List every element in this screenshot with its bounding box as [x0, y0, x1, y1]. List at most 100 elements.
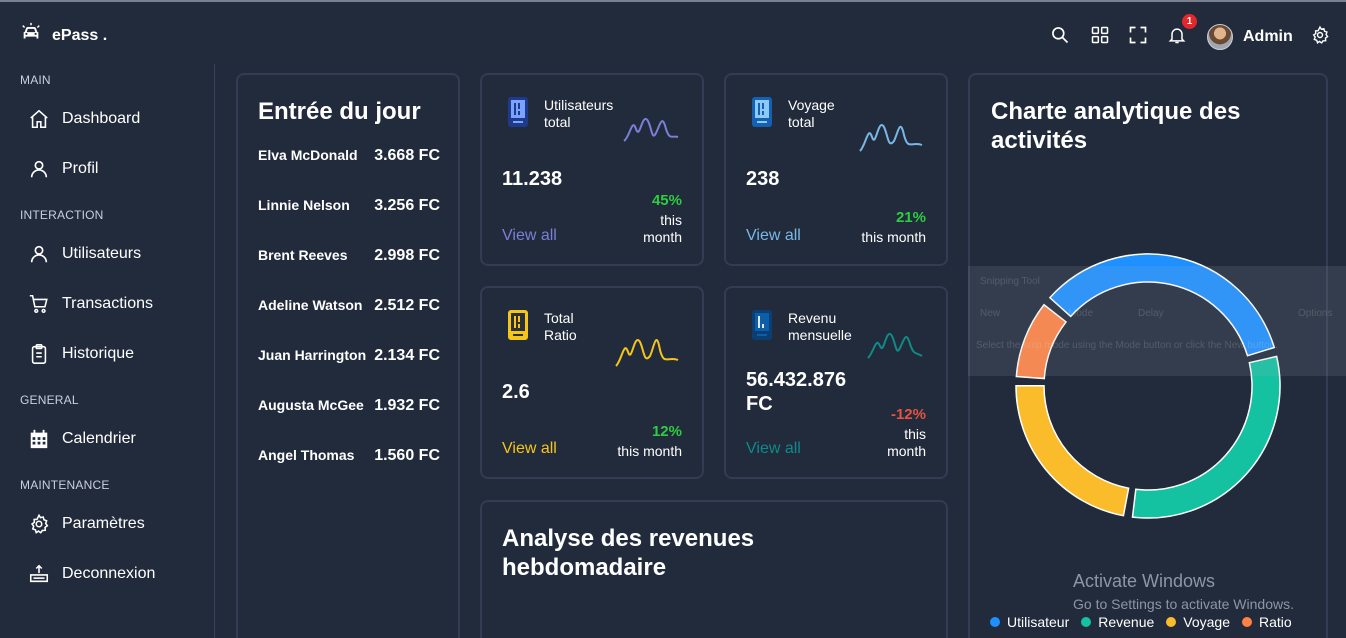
entry-name: Angel Thomas [258, 447, 355, 463]
sidebar-item-label: Calendrier [62, 430, 136, 447]
entry-amount: 1.560 FC [374, 447, 440, 464]
badge-icon [752, 97, 772, 132]
stat-title: Revenu mensuelle [788, 310, 852, 344]
list-item: Angel Thomas 1.560 FC [258, 447, 440, 465]
snipping-tool-overlay: Snipping Tool New Mode Delay Options Sel… [968, 266, 1346, 376]
legend-label: Utilisateur [1007, 614, 1070, 630]
entry-amount: 1.932 FC [374, 397, 440, 414]
stat-value: 11.238 [502, 168, 563, 190]
entry-name: Augusta McGee [258, 397, 364, 413]
sidebar-item-transactions[interactable]: Transactions [28, 293, 153, 315]
activity-title-line2: activités [991, 127, 1088, 154]
view-all-link[interactable]: View all [502, 227, 557, 245]
brand[interactable]: ePass . [20, 22, 107, 49]
user-name[interactable]: Admin [1243, 28, 1293, 46]
gear-icon[interactable] [1309, 24, 1331, 46]
sparkline [859, 124, 923, 152]
snipping-new: New [980, 308, 1001, 319]
legend-label: Voyage [1183, 614, 1231, 630]
stat-title-line1: Voyage [788, 97, 835, 113]
sparkline [867, 332, 923, 359]
list-item: Brent Reeves 2.998 FC [258, 247, 440, 265]
stat-title-line2: Ratio [544, 327, 577, 343]
stat-title-line2: total [788, 114, 815, 130]
list-item: Elva McDonald 3.668 FC [258, 147, 440, 165]
sparkline [615, 339, 679, 367]
windows-watermark-title: Activate Windows [1073, 571, 1216, 591]
stat-percent: 12% [651, 423, 682, 440]
entry-amount: 2.998 FC [374, 247, 440, 264]
activity-title: Charte analytique des activités [991, 97, 1240, 155]
stat-percent-label: this month [617, 443, 682, 459]
donut-slice-voyage[interactable] [1015, 385, 1130, 517]
badge-icon [508, 97, 528, 132]
cart-icon [29, 294, 48, 314]
clipboard-icon [31, 344, 47, 364]
grid-icon[interactable] [1089, 24, 1111, 46]
view-all-link[interactable]: View all [746, 440, 801, 458]
legend-item[interactable]: Utilisateur [990, 614, 1069, 630]
stat-value-line2: FC [746, 393, 773, 415]
stat-percent: 21% [895, 209, 926, 226]
sidebar-item-profil[interactable]: Profil [28, 158, 98, 180]
legend-dot [990, 617, 1000, 627]
sidebar-item-dashboard[interactable]: Dashboard [28, 108, 140, 130]
list-item: Linnie Nelson 3.256 FC [258, 197, 440, 215]
stat-title: Utilisateurs total [544, 97, 613, 131]
stat-value-line1: 56.432.876 [746, 369, 847, 391]
donut-slice-revenue[interactable] [1131, 355, 1281, 519]
car-icon [20, 22, 42, 49]
fullscreen-icon[interactable] [1127, 24, 1149, 46]
section-title-general: GENERAL [20, 393, 79, 407]
legend-item[interactable]: Voyage [1166, 614, 1230, 630]
section-title-interaction: INTERACTION [20, 208, 104, 222]
stat-percent-label: this month [643, 212, 682, 246]
stat-value: 2.6 [502, 381, 530, 403]
legend-dot [1242, 617, 1253, 627]
sidebar-item-label: Transactions [62, 295, 153, 312]
stat-title: Total Ratio [544, 310, 577, 344]
sidebar-item-parametres[interactable]: Paramètres [28, 513, 145, 535]
weekly-title: Analyse des revenues hebdomadaire [502, 524, 754, 582]
pct-label-line2: month [643, 229, 682, 245]
user-icon [30, 245, 48, 263]
legend-item[interactable]: Ratio [1242, 614, 1292, 630]
sidebar-item-label: Profil [62, 160, 99, 177]
badge-icon [752, 310, 772, 345]
avatar[interactable] [1207, 24, 1233, 50]
view-all-link[interactable]: View all [746, 227, 801, 245]
legend-label: Ratio [1259, 614, 1292, 630]
snipping-mode: Mode [1068, 308, 1094, 319]
entry-name: Adeline Watson [258, 297, 363, 313]
stat-card-voyage: Voyage total 238 View all 21% this month [724, 73, 948, 266]
calendar-icon [30, 429, 48, 449]
view-all-link[interactable]: View all [502, 440, 557, 458]
stat-title-line2: mensuelle [788, 327, 852, 343]
list-item: Adeline Watson 2.512 FC [258, 297, 440, 315]
sparkline [623, 117, 679, 142]
entries-title: Entrée du jour [258, 98, 421, 125]
weekly-revenue-card: Analyse des revenues hebdomadaire [480, 500, 948, 638]
stat-card-utilisateurs: Utilisateurs total 11.238 View all 45% th… [480, 73, 704, 266]
search-icon[interactable] [1049, 24, 1071, 46]
legend-item[interactable]: Revenue [1081, 614, 1154, 630]
sidebar-item-deconnexion[interactable]: Deconnexion [28, 563, 155, 585]
weekly-title-line1: Analyse des revenues [502, 525, 755, 552]
notification-badge: 1 [1182, 14, 1197, 29]
sidebar-item-historique[interactable]: Historique [28, 343, 134, 365]
sidebar-item-utilisateurs[interactable]: Utilisateurs [28, 243, 141, 265]
home-icon [30, 109, 48, 129]
entry-name: Linnie Nelson [258, 197, 350, 213]
badge-icon [508, 310, 528, 345]
entry-amount: 3.668 FC [374, 147, 440, 164]
stat-card-ratio: Total Ratio 2.6 View all 12% this month [480, 286, 704, 479]
sidebar-item-calendrier[interactable]: Calendrier [28, 428, 136, 450]
list-item: Augusta McGee 1.932 FC [258, 397, 440, 415]
windows-watermark-subtitle: Go to Settings to activate Windows. [1073, 596, 1294, 612]
sidebar-item-label: Deconnexion [62, 565, 156, 582]
stat-title-line1: Revenu [788, 310, 837, 326]
weekly-title-line2: hebdomadaire [502, 554, 667, 581]
snipping-delay: Delay [1138, 308, 1164, 319]
pct-label-line2: month [887, 443, 926, 459]
stat-percent: -12% [890, 406, 926, 423]
